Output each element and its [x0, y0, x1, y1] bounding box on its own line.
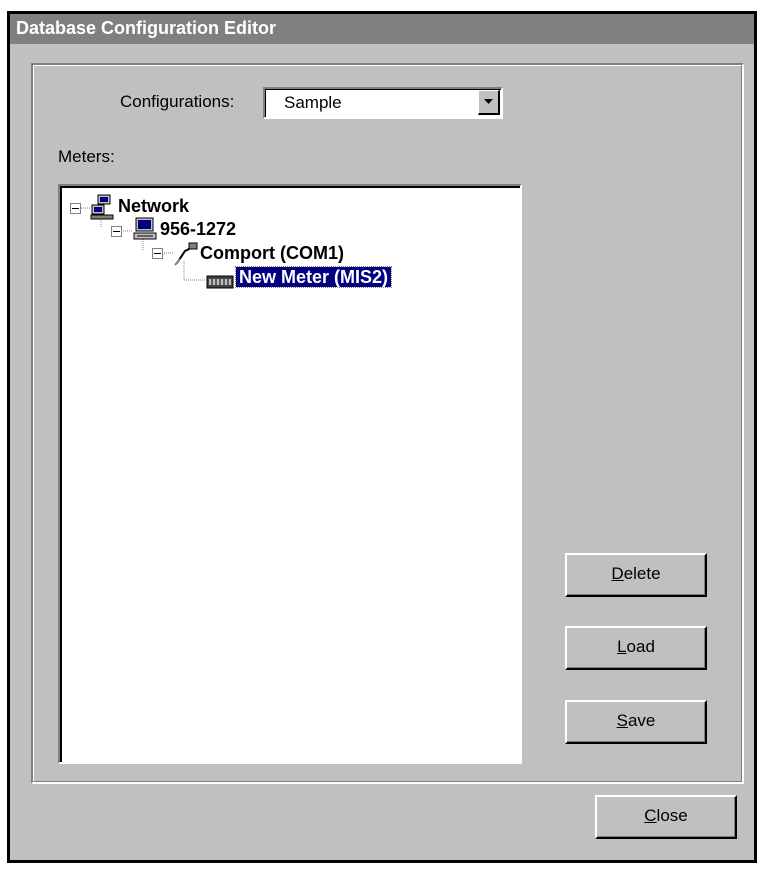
- save-button[interactable]: Save: [565, 700, 707, 744]
- title-bar[interactable]: Database Configuration Editor: [10, 14, 754, 44]
- tree-node-network[interactable]: Network: [118, 196, 189, 217]
- configurations-dropdown[interactable]: Sample: [263, 87, 503, 119]
- window-title: Database Configuration Editor: [16, 18, 277, 38]
- delete-button[interactable]: Delete: [565, 553, 707, 597]
- tree-node-comport[interactable]: Comport (COM1): [200, 243, 344, 264]
- meters-label: Meters:: [58, 147, 115, 166]
- tree-node-956-1272[interactable]: 956-1272: [160, 219, 236, 240]
- computer-collapse-toggle[interactable]: [111, 226, 122, 237]
- meters-tree-view[interactable]: Network 956-1272 Comport (COM1) New Mete: [58, 184, 522, 764]
- network-icon: [90, 194, 114, 220]
- database-config-editor-window: Database Configuration Editor Configurat…: [7, 11, 757, 863]
- selected-node-label: New Meter (MIS2): [234, 266, 393, 288]
- configurations-selected-value: Sample: [284, 93, 342, 112]
- load-button[interactable]: Load: [565, 626, 707, 670]
- network-collapse-toggle[interactable]: [70, 203, 81, 214]
- chevron-down-icon: [484, 99, 493, 104]
- dropdown-arrow-button[interactable]: [478, 90, 500, 115]
- meter-icon: [206, 275, 234, 289]
- configurations-label: Configurations:: [120, 92, 235, 111]
- close-button[interactable]: Close: [595, 795, 737, 839]
- computer-icon: [133, 217, 157, 240]
- comport-collapse-toggle[interactable]: [152, 248, 163, 259]
- tree-node-new-meter[interactable]: New Meter (MIS2): [234, 266, 393, 288]
- comport-icon: [174, 242, 198, 266]
